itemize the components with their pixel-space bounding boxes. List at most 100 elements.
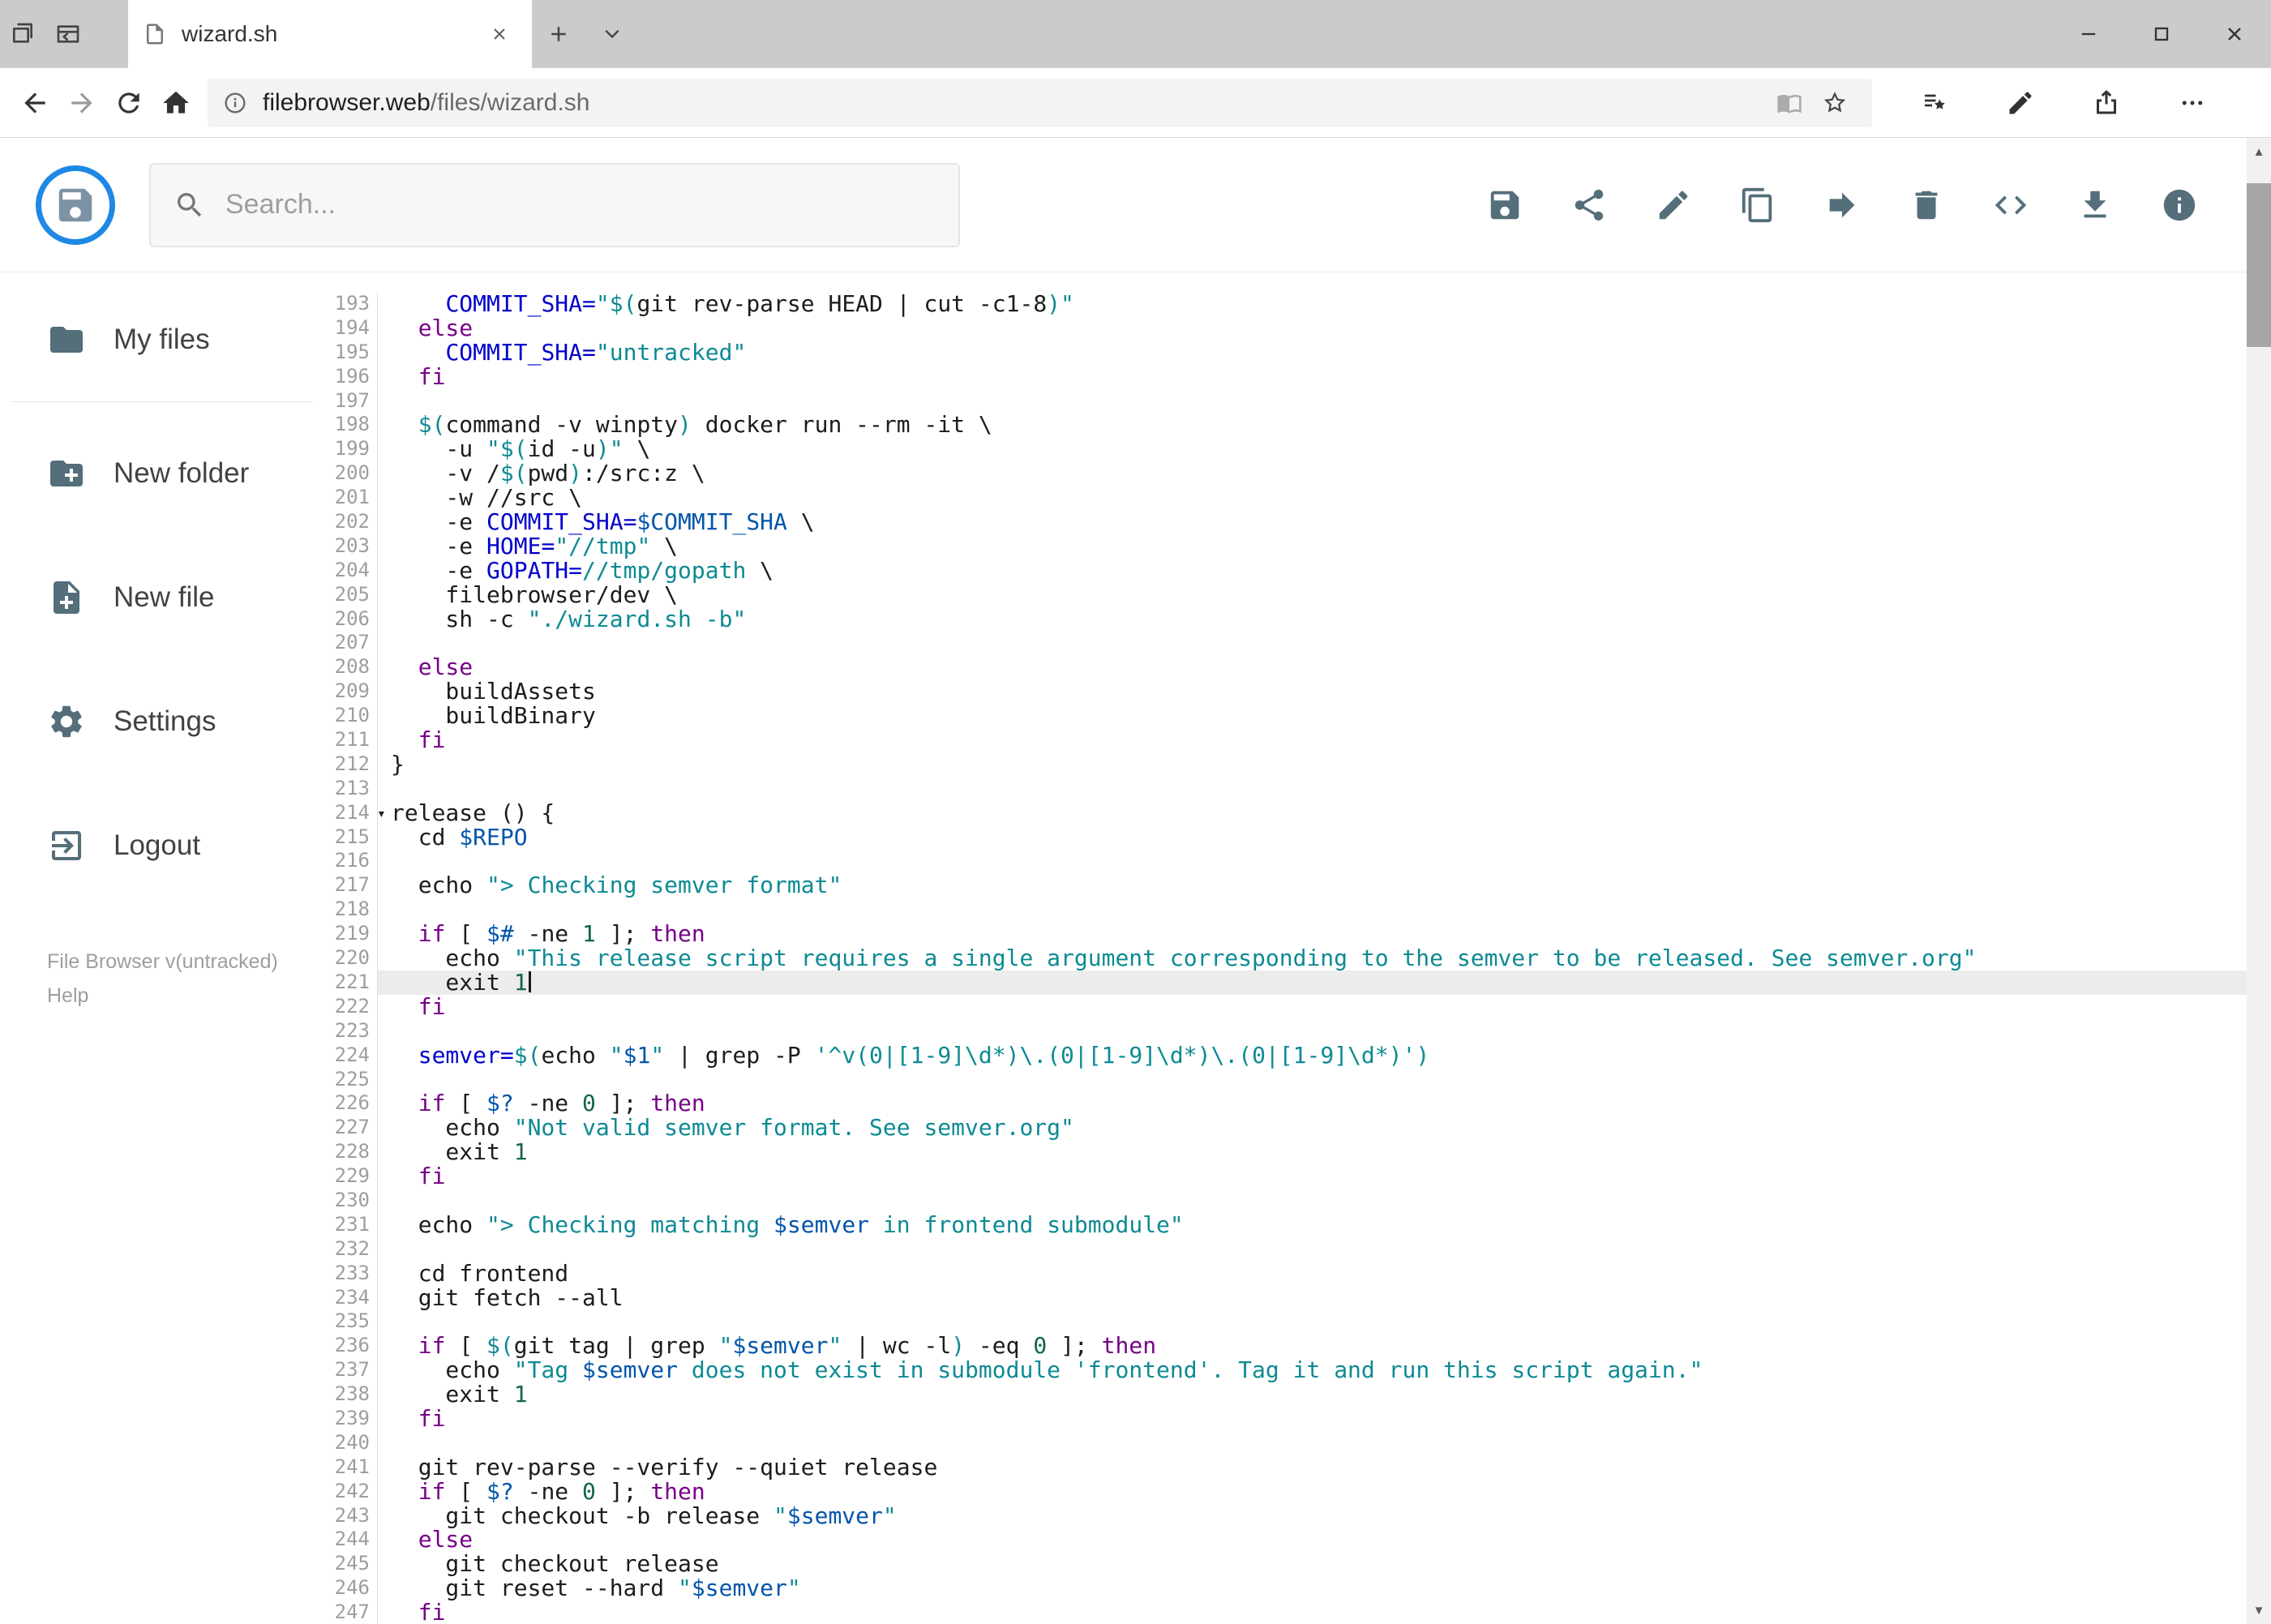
browser-tab[interactable]: wizard.sh <box>128 0 532 68</box>
code-line[interactable]: 207 <box>324 631 2247 656</box>
code-line[interactable]: 233 cd frontend <box>324 1261 2247 1286</box>
code-line[interactable]: 245 git checkout release <box>324 1552 2247 1577</box>
search-input[interactable] <box>225 189 936 221</box>
code-line[interactable]: 241 git rev-parse --verify --quiet relea… <box>324 1455 2247 1480</box>
back-button[interactable] <box>11 78 58 128</box>
code-line[interactable]: 246 git reset --hard "$semver" <box>324 1576 2247 1601</box>
code-line[interactable]: 222 fi <box>324 994 2247 1019</box>
code-line[interactable]: 237 echo "Tag $semver does not exist in … <box>324 1358 2247 1383</box>
reading-view-button[interactable] <box>1767 80 1812 126</box>
code-line[interactable]: 242 if [ $? -ne 0 ]; then <box>324 1479 2247 1504</box>
sidebar-item-new-folder[interactable]: New folder <box>0 428 324 519</box>
code-editor[interactable]: 193 COMMIT_SHA="$(git rev-parse HEAD | c… <box>324 273 2247 1624</box>
forward-button[interactable] <box>58 78 105 128</box>
new-tab-button[interactable] <box>532 0 585 68</box>
code-line[interactable]: 226 if [ $? -ne 0 ]; then <box>324 1091 2247 1116</box>
code-line[interactable]: 225 <box>324 1067 2247 1092</box>
share-button[interactable] <box>2063 77 2149 129</box>
code-line[interactable]: 196 fi <box>324 364 2247 389</box>
scrollbar-thumb[interactable] <box>2247 183 2271 347</box>
copy-button[interactable] <box>1728 175 1788 235</box>
code-line[interactable]: 208 else <box>324 655 2247 680</box>
download-button[interactable] <box>2065 175 2125 235</box>
share-file-button[interactable] <box>1559 175 1619 235</box>
tab-preview-chevron-button[interactable] <box>585 0 639 68</box>
tab-preview-button[interactable] <box>45 0 91 68</box>
code-line[interactable]: 228 exit 1 <box>324 1140 2247 1165</box>
fold-marker-icon[interactable]: ▾ <box>377 802 395 826</box>
code-line[interactable]: 240 <box>324 1430 2247 1455</box>
code-line[interactable]: 212} <box>324 752 2247 777</box>
sidebar-item-logout[interactable]: Logout <box>0 800 324 891</box>
sidebar-item-my-files[interactable]: My files <box>0 294 324 385</box>
code-line[interactable]: 238 exit 1 <box>324 1382 2247 1407</box>
code-line[interactable]: 198 $(command -v winpty) docker run --rm… <box>324 413 2247 438</box>
search-box[interactable] <box>149 162 960 247</box>
code-line[interactable]: 194 else <box>324 315 2247 341</box>
code-line[interactable]: 217 echo "> Checking semver format" <box>324 873 2247 898</box>
site-info-icon[interactable] <box>222 90 248 116</box>
tabs-set-aside-button[interactable] <box>0 0 45 68</box>
page-scrollbar[interactable]: ▲ ▼ <box>2247 138 2271 1624</box>
code-line[interactable]: 227 echo "Not valid semver format. See s… <box>324 1116 2247 1141</box>
code-line[interactable]: 210 buildBinary <box>324 704 2247 729</box>
code-line[interactable]: 197 <box>324 388 2247 413</box>
code-line[interactable]: 215 cd $REPO <box>324 825 2247 850</box>
code-line[interactable]: 205 filebrowser/dev \ <box>324 582 2247 607</box>
code-line[interactable]: 206 sh -c "./wizard.sh -b" <box>324 606 2247 632</box>
code-line[interactable]: 193 COMMIT_SHA="$(git rev-parse HEAD | c… <box>324 292 2247 316</box>
code-line[interactable]: 219 if [ $# -ne 1 ]; then <box>324 922 2247 947</box>
code-line[interactable]: 202 -e COMMIT_SHA=$COMMIT_SHA \ <box>324 510 2247 534</box>
tab-close-button[interactable] <box>482 16 517 52</box>
code-line[interactable]: 201 -w //src \ <box>324 486 2247 511</box>
code-line[interactable]: 204 -e GOPATH=//tmp/gopath \ <box>324 558 2247 583</box>
code-line[interactable]: 232 <box>324 1236 2247 1262</box>
favorite-button[interactable] <box>1812 80 1858 126</box>
sidebar-item-new-file[interactable]: New file <box>0 552 324 643</box>
code-line[interactable]: 224 semver=$(echo "$1" | grep -P '^v(0|[… <box>324 1043 2247 1068</box>
code-line[interactable]: 199 -u "$(id -u)" \ <box>324 437 2247 462</box>
scroll-down-arrow[interactable]: ▼ <box>2247 1596 2271 1624</box>
more-options-button[interactable] <box>2149 77 2235 129</box>
code-line[interactable]: 234 git fetch --all <box>324 1285 2247 1310</box>
code-line[interactable]: 214 ▾ release () { <box>324 800 2247 826</box>
rename-button[interactable] <box>1643 175 1703 235</box>
scroll-up-arrow[interactable]: ▲ <box>2247 138 2271 165</box>
code-line[interactable]: 213 <box>324 776 2247 801</box>
save-button[interactable] <box>1475 175 1535 235</box>
code-line[interactable]: 243 git checkout -b release "$semver" <box>324 1503 2247 1528</box>
code-line[interactable]: 195 COMMIT_SHA="untracked" <box>324 340 2247 365</box>
refresh-button[interactable] <box>105 78 152 128</box>
code-line[interactable]: 203 -e HOME="//tmp" \ <box>324 533 2247 559</box>
code-line[interactable]: 231 echo "> Checking matching $semver in… <box>324 1212 2247 1237</box>
code-line[interactable]: 247 fi <box>324 1600 2247 1624</box>
code-line[interactable]: 218 <box>324 898 2247 923</box>
code-line[interactable]: 235 <box>324 1309 2247 1335</box>
code-line[interactable]: 229 fi <box>324 1164 2247 1189</box>
web-note-button[interactable] <box>1977 77 2063 129</box>
home-button[interactable] <box>152 78 199 128</box>
sidebar-item-settings[interactable]: Settings <box>0 676 324 767</box>
code-line[interactable]: 239 fi <box>324 1407 2247 1431</box>
maximize-button[interactable] <box>2125 0 2198 68</box>
url-text[interactable]: filebrowser.web/files/wizard.sh <box>263 89 1767 117</box>
code-line[interactable]: 230 <box>324 1188 2247 1213</box>
move-button[interactable] <box>1812 175 1872 235</box>
code-line[interactable]: 200 -v /$(pwd):/src:z \ <box>324 461 2247 486</box>
filebrowser-logo[interactable] <box>36 165 115 245</box>
close-window-button[interactable] <box>2198 0 2271 68</box>
code-line[interactable]: 223 <box>324 1018 2247 1043</box>
help-link[interactable]: Help <box>47 979 324 1013</box>
delete-button[interactable] <box>1896 175 1956 235</box>
address-bar[interactable]: filebrowser.web/files/wizard.sh <box>208 78 1872 127</box>
code-line[interactable]: 216 <box>324 849 2247 874</box>
code-line[interactable]: 244 else <box>324 1528 2247 1553</box>
raw-editor-button[interactable] <box>1981 175 2041 235</box>
favorites-hub-button[interactable] <box>1892 77 1977 129</box>
code-line[interactable]: 221 exit 1 <box>324 970 2247 995</box>
code-line[interactable]: 209 buildAssets <box>324 679 2247 705</box>
minimize-button[interactable] <box>2052 0 2125 68</box>
info-button[interactable] <box>2149 175 2209 235</box>
code-line[interactable]: 220 echo "This release script requires a… <box>324 946 2247 971</box>
code-line[interactable]: 211 fi <box>324 728 2247 752</box>
